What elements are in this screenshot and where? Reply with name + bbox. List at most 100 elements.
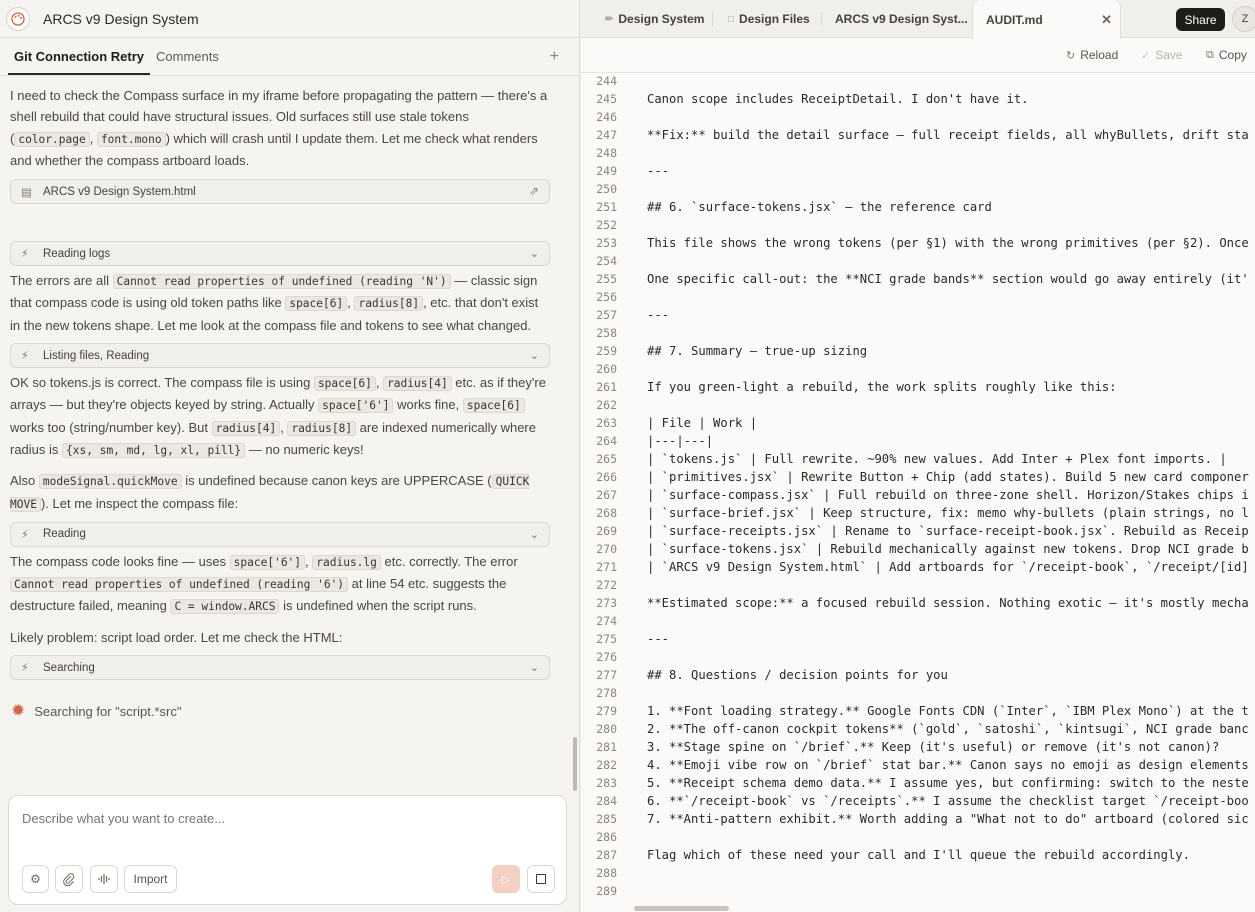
editor-line[interactable]: 264 |---|---| xyxy=(581,434,1255,452)
editor-line[interactable]: 267 | `surface-compass.jsx` | Full rebuil… xyxy=(581,488,1255,506)
import-button[interactable]: Import xyxy=(124,865,177,893)
file-attachment-card[interactable]: ▤ ARCS v9 Design System.html ⇗ xyxy=(10,179,550,205)
editor-line[interactable]: 273 **Estimated scope:** a focused rebuil… xyxy=(581,596,1255,614)
chevron-down-icon: ⌄ xyxy=(529,528,539,541)
editor-line[interactable]: 250 xyxy=(581,182,1255,200)
line-number: 275 xyxy=(596,632,617,646)
inline-code: modeSignal.quickMove xyxy=(38,474,182,490)
inline-code: Cannot read properties of undefined (rea… xyxy=(10,577,349,593)
message-paragraph: Likely problem: script load order. Let m… xyxy=(10,629,343,645)
editor-line[interactable]: 258 xyxy=(581,326,1255,344)
editor-line[interactable]: 245 Canon scope includes ReceiptDetail. I… xyxy=(581,92,1255,110)
editor-line[interactable]: 247 **Fix:** build the detail surface — f… xyxy=(581,128,1255,146)
chat-scrollbar[interactable] xyxy=(573,737,577,791)
editor-line[interactable]: 261 If you green-light a rebuild, the wor… xyxy=(581,380,1255,398)
editor-line[interactable]: 271 | `ARCS v9 Design System.html` | Add … xyxy=(581,560,1255,578)
code-editor[interactable]: 244 245 Canon scope includes ReceiptDetail… xyxy=(581,74,1255,904)
line-text: | `tokens.js` | Full rewrite. ~90% new v… xyxy=(647,452,1227,466)
line-text: | `ARCS v9 Design System.html` | Add art… xyxy=(647,560,1249,574)
editor-line[interactable]: 274 xyxy=(581,614,1255,632)
copy-button[interactable]: ⧉ Copy xyxy=(1206,48,1247,62)
message-paragraph: The errors are all Cannot read propertie… xyxy=(10,273,539,333)
tool-step-listing-files[interactable]: ⚡︎ Listing files, Reading ⌄ xyxy=(10,343,550,369)
editor-line[interactable]: 280 2. **The off-canon cockpit tokens** (… xyxy=(581,722,1255,740)
palette-icon[interactable] xyxy=(6,6,30,31)
share-button[interactable]: Share xyxy=(1176,8,1225,31)
editor-line[interactable]: 279 1. **Font loading strategy.** Google … xyxy=(581,704,1255,722)
editor-line[interactable]: 288 xyxy=(581,866,1255,884)
line-number: 265 xyxy=(596,452,617,466)
reload-button[interactable]: ↻ Reload xyxy=(1066,48,1118,62)
stop-button[interactable] xyxy=(527,865,555,893)
tab-label: AUDIT.md xyxy=(986,12,1043,27)
editor-line[interactable]: 282 4. **Emoji vibe row on `/brief` stat … xyxy=(581,758,1255,776)
open-external-icon[interactable]: ⇗ xyxy=(529,184,539,198)
copy-label: Copy xyxy=(1218,48,1247,62)
editor-line[interactable]: 269 | `surface-receipts.jsx` | Rename to … xyxy=(581,524,1255,542)
file-tab-bar: ✏︎ Design System □ Design Files ARCS v9 … xyxy=(581,0,1255,39)
editor-line[interactable]: 262 xyxy=(581,398,1255,416)
prompt-input[interactable]: Describe what you want to create... xyxy=(22,811,225,826)
editor-line[interactable]: 244 xyxy=(581,74,1255,92)
new-tab-button[interactable]: + xyxy=(550,48,559,66)
editor-line[interactable]: 266 | `primitives.jsx` | Rewrite Button +… xyxy=(581,470,1255,488)
editor-line[interactable]: 277 ## 8. Questions / decision points for… xyxy=(581,668,1255,686)
horizontal-scrollbar[interactable] xyxy=(634,906,729,911)
tab-comments[interactable]: Comments xyxy=(150,49,225,75)
editor-line[interactable]: 252 xyxy=(581,218,1255,236)
editor-line[interactable]: 254 xyxy=(581,254,1255,272)
tool-step-reading[interactable]: ⚡︎ Reading ⌄ xyxy=(10,521,550,547)
inline-code: {xs, sm, md, lg, xl, pill} xyxy=(62,442,246,458)
gear-icon: ⚙︎ xyxy=(30,872,41,886)
editor-line[interactable]: 287 Flag which of these need your call an… xyxy=(581,848,1255,866)
editor-line[interactable]: 249 --- xyxy=(581,164,1255,182)
settings-button[interactable]: ⚙︎ xyxy=(22,865,49,893)
editor-line[interactable]: 284 6. **`/receipt-book` vs `/receipts`.*… xyxy=(581,794,1255,812)
editor-line[interactable]: 285 7. **Anti-pattern exhibit.** Worth ad… xyxy=(581,812,1255,830)
line-number: 263 xyxy=(596,416,617,430)
close-icon[interactable]: ✕ xyxy=(1101,12,1112,28)
editor-line[interactable]: 251 ## 6. `surface-tokens.jsx` — the refe… xyxy=(581,200,1255,218)
editor-line[interactable]: 275 --- xyxy=(581,632,1255,650)
inline-code: radius[8] xyxy=(287,420,357,436)
send-button[interactable]: ▷ xyxy=(492,865,520,893)
tab-design-system[interactable]: ✏︎ Design System xyxy=(605,0,704,38)
stop-icon xyxy=(536,874,546,884)
editor-line[interactable]: 248 xyxy=(581,146,1255,164)
tab-arcs-html[interactable]: ARCS v9 Design Syst... xyxy=(835,0,968,38)
editor-line[interactable]: 257 --- xyxy=(581,308,1255,326)
inline-code: space['6'] xyxy=(318,398,394,414)
voice-button[interactable] xyxy=(90,865,118,893)
avatar[interactable]: Z xyxy=(1232,6,1255,32)
editor-line[interactable]: 246 xyxy=(581,110,1255,128)
line-number: 264 xyxy=(596,434,617,448)
chat-panel: ARCS v9 Design System Git Connection Ret… xyxy=(0,0,580,912)
waveform-icon xyxy=(97,874,110,884)
editor-line[interactable]: 286 xyxy=(581,830,1255,848)
editor-line[interactable]: 276 xyxy=(581,650,1255,668)
editor-line[interactable]: 270 | `surface-tokens.jsx` | Rebuild mech… xyxy=(581,542,1255,560)
editor-line[interactable]: 265 | `tokens.js` | Full rewrite. ~90% ne… xyxy=(581,452,1255,470)
tab-audit-md[interactable]: AUDIT.md ✕ xyxy=(972,0,1121,39)
tab-git-connection-retry[interactable]: Git Connection Retry xyxy=(8,49,151,75)
editor-line[interactable]: 260 xyxy=(581,362,1255,380)
save-button[interactable]: ✓ Save xyxy=(1141,48,1183,62)
file-name: ARCS v9 Design System.html xyxy=(43,185,196,198)
editor-line[interactable]: 278 xyxy=(581,686,1255,704)
tool-step-reading-logs[interactable]: ⚡︎ Reading logs ⌄ xyxy=(10,241,550,267)
inline-code: C = window.ARCS xyxy=(170,599,280,615)
editor-line[interactable]: 255 One specific call-out: the **NCI grad… xyxy=(581,272,1255,290)
editor-line[interactable]: 253 This file shows the wrong tokens (per… xyxy=(581,236,1255,254)
editor-line[interactable]: 281 3. **Stage spine on `/brief`.** Keep … xyxy=(581,740,1255,758)
tab-design-files[interactable]: □ Design Files xyxy=(728,0,810,38)
editor-line[interactable]: 289 xyxy=(581,884,1255,902)
editor-line[interactable]: 268 | `surface-brief.jsx` | Keep structur… xyxy=(581,506,1255,524)
attach-button[interactable] xyxy=(55,865,83,893)
editor-line[interactable]: 256 xyxy=(581,290,1255,308)
editor-line[interactable]: 259 ## 7. Summary — true-up sizing xyxy=(581,344,1255,362)
editor-line[interactable]: 283 5. **Receipt schema demo data.** I as… xyxy=(581,776,1255,794)
editor-line[interactable]: 263 | File | Work | xyxy=(581,416,1255,434)
tab-divider xyxy=(821,12,822,26)
tool-step-searching[interactable]: ⚡︎ Searching ⌄ xyxy=(10,655,550,681)
editor-line[interactable]: 272 xyxy=(581,578,1255,596)
